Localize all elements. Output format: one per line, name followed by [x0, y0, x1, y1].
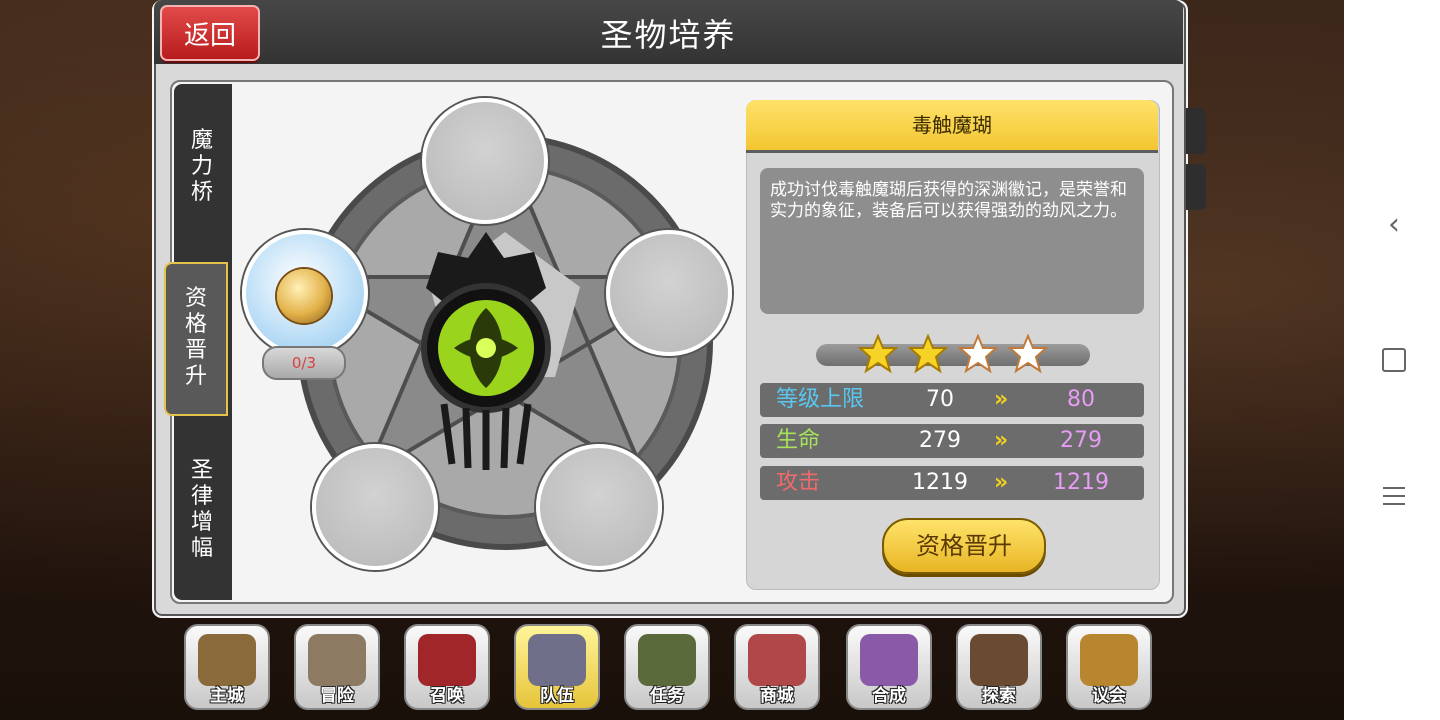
relic-emblem-icon	[421, 232, 551, 470]
tab-law-amplify[interactable]: 圣 律 增 幅	[176, 458, 228, 562]
promote-button[interactable]: 资格晋升	[882, 518, 1046, 574]
star-empty-icon	[1008, 334, 1048, 374]
summon-card-icon	[418, 634, 476, 686]
tab-char: 格	[184, 312, 207, 337]
tab-char: 幅	[190, 536, 213, 561]
material-slot-left[interactable]	[242, 230, 368, 356]
tab-char: 圣	[190, 458, 213, 483]
dock-craft[interactable]: 合成	[846, 624, 932, 710]
stat-row-level-cap: 等级上限 70 » 80	[760, 383, 1144, 417]
relic-description: 成功讨伐毒触魔瑚后获得的深渊徽记，是荣誉和实力的象征，装备后可以获得强劲的劲风之…	[760, 168, 1144, 314]
stat-next: 279	[1060, 428, 1102, 453]
dock-label: 召唤	[430, 686, 464, 706]
stat-next: 1219	[1053, 470, 1109, 495]
tab-char: 资	[184, 286, 207, 311]
tab-mana-bridge[interactable]: 魔 力 桥	[176, 128, 228, 206]
star-empty-icon	[958, 334, 998, 374]
dock-summon[interactable]: 召唤	[404, 624, 490, 710]
material-count: 0/3	[262, 346, 346, 380]
relic-name: 毒触魔瑚	[746, 100, 1158, 153]
nav-home-icon[interactable]	[1374, 340, 1414, 380]
potion-flask-icon	[860, 634, 918, 686]
golden-orb-icon	[277, 269, 331, 323]
nav-menu-icon[interactable]	[1374, 476, 1414, 516]
tab-char: 晋	[184, 338, 207, 363]
nav-back-icon[interactable]: ‹	[1374, 204, 1414, 244]
winged-crest-icon	[528, 634, 586, 686]
dock-label: 冒险	[320, 686, 354, 706]
dock-label: 队伍	[540, 686, 574, 706]
double-arrow-icon: »	[994, 428, 1008, 453]
shop-tree-icon	[748, 634, 806, 686]
dock-label: 商城	[760, 686, 794, 706]
dock-label: 任务	[650, 686, 684, 706]
crown-icon	[198, 634, 256, 686]
right-edge-tab[interactable]	[1186, 164, 1206, 210]
right-edge-tab[interactable]	[1186, 108, 1206, 154]
double-arrow-icon: »	[994, 470, 1008, 495]
dock-label: 探索	[982, 686, 1016, 706]
star-filled-icon	[908, 334, 948, 374]
tab-char: 增	[190, 510, 213, 535]
dock-quest[interactable]: 任务	[624, 624, 710, 710]
stat-label: 生命	[776, 428, 821, 453]
dock-adventure[interactable]: 冒险	[294, 624, 380, 710]
crossed-swords-icon	[308, 634, 366, 686]
tab-char: 魔	[190, 128, 213, 153]
dock-council[interactable]: 议会	[1066, 624, 1152, 710]
stat-current: 1219	[912, 470, 968, 495]
stat-label: 攻击	[776, 470, 821, 495]
stat-label: 等级上限	[776, 387, 865, 412]
stat-current: 70	[926, 387, 954, 412]
quest-book-icon	[638, 634, 696, 686]
dock-team[interactable]: 队伍	[514, 624, 600, 710]
stat-next: 80	[1067, 387, 1095, 412]
tab-char: 律	[190, 484, 213, 509]
tab-char: 力	[190, 154, 213, 179]
dock-label: 议会	[1092, 686, 1126, 706]
stat-row-hp: 生命 279 » 279	[760, 424, 1144, 458]
material-slot-right[interactable]	[606, 230, 732, 356]
page-title: 圣物培养	[600, 16, 737, 54]
stat-row-attack: 攻击 1219 » 1219	[760, 466, 1144, 500]
tab-char: 升	[184, 364, 207, 389]
dock-explore[interactable]: 探索	[956, 624, 1042, 710]
back-button[interactable]: 返回	[160, 5, 260, 61]
material-slot-top[interactable]	[422, 98, 548, 224]
tab-qualification-promotion[interactable]: 资 格 晋 升	[164, 262, 228, 416]
star-filled-icon	[858, 334, 898, 374]
dock-shop[interactable]: 商城	[734, 624, 820, 710]
dock-label: 合成	[872, 686, 906, 706]
dock-label: 主城	[210, 686, 244, 706]
double-arrow-icon: »	[994, 387, 1008, 412]
explore-shovel-icon	[970, 634, 1028, 686]
council-emblem-icon	[1080, 634, 1138, 686]
stat-current: 279	[919, 428, 961, 453]
tab-char: 桥	[190, 180, 213, 205]
dock-main-city[interactable]: 主城	[184, 624, 270, 710]
